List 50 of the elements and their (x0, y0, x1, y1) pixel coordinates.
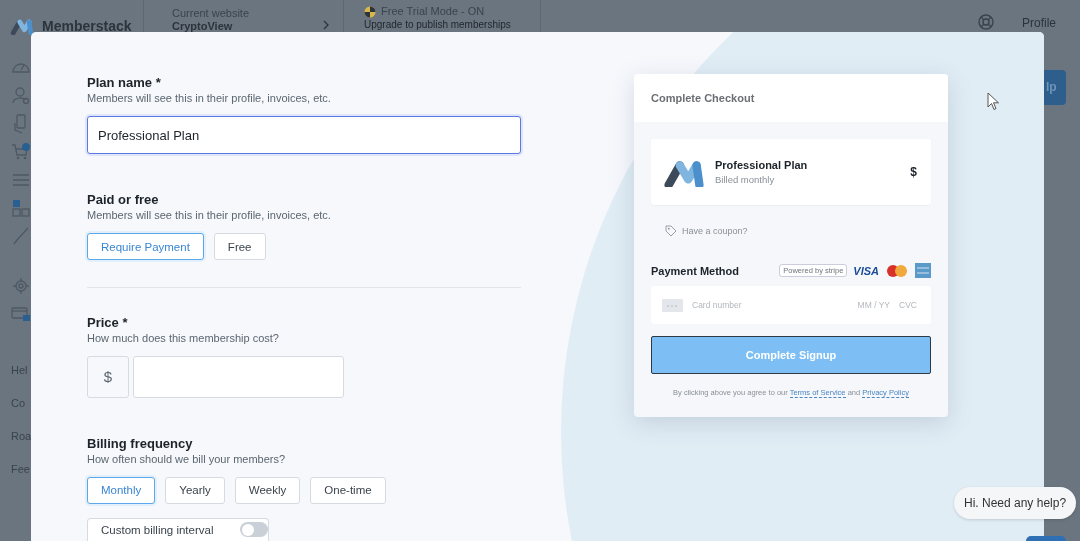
cvc-placeholder: CVC (899, 300, 917, 310)
option-button[interactable]: Yearly (165, 477, 225, 504)
checkout-title: Complete Checkout (651, 92, 755, 104)
field-hint: Members will see this in their profile, invoices, etc. (87, 208, 332, 224)
field-hint: How much does this membership cost? (87, 331, 280, 346)
profile-link[interactable]: Profile (1022, 16, 1056, 30)
field-hint: Members will see this in their profile, invoices, etc. (87, 91, 332, 106)
option-button[interactable]: Free (213, 233, 266, 261)
cart-icon[interactable] (11, 142, 31, 162)
option-button[interactable]: Monthly (87, 477, 156, 504)
card-number-placeholder: Card number (692, 300, 742, 310)
tag-icon (665, 225, 677, 237)
field-label: Price * (87, 314, 129, 331)
field-label: Billing frequency (87, 435, 194, 452)
website-name: CryptoView (172, 20, 234, 33)
expiry-placeholder: MM / YY (857, 300, 891, 310)
memberstack-logo-icon (10, 17, 34, 35)
mastercard-icon (885, 264, 909, 277)
field-label: Plan name * (87, 74, 162, 91)
option-button[interactable]: One-time (310, 477, 386, 504)
card-details-field[interactable]: Card number MM / YY CVC (651, 286, 931, 324)
visa-logo: VISA (853, 264, 879, 277)
field-label: Paid or free (87, 191, 160, 209)
cursor-icon (987, 92, 1000, 111)
trial-mode-subtitle: Upgrade to publish memberships (364, 18, 512, 31)
price-field[interactable] (133, 356, 344, 398)
toggle-switch[interactable] (240, 522, 268, 538)
complete-signup-button[interactable]: Complete Signup (651, 336, 931, 374)
option-button[interactable]: Weekly (234, 477, 301, 504)
card-lock-icon[interactable] (11, 304, 31, 324)
chat-message-bubble: Hi. Need any help? (954, 487, 1077, 519)
currency-symbol: $ (87, 356, 129, 398)
chat-launcher-button[interactable] (1026, 536, 1066, 541)
lifebuoy-icon[interactable] (978, 14, 994, 30)
grid-icon[interactable] (11, 198, 31, 218)
toggle-label: Custom billing interval (101, 524, 214, 536)
header-action-button[interactable]: lp (1044, 70, 1066, 105)
plan-name-field[interactable]: Professional Plan (87, 116, 521, 155)
plan-price: $ (910, 165, 917, 179)
user-search-icon[interactable] (11, 86, 31, 106)
chevron-right-icon (323, 20, 329, 30)
coupon-link[interactable]: Have a coupon? (682, 226, 748, 236)
field-hint: How often should we bill your members? (87, 452, 287, 467)
brand-name: Memberstack (42, 18, 132, 34)
plan-name: Professional Plan (715, 159, 809, 171)
option-button[interactable]: Require Payment (87, 233, 204, 261)
card-icon (662, 298, 683, 312)
payment-method-label: Payment Method (651, 264, 740, 277)
half-circle-icon (364, 5, 376, 18)
billing-period: Billed monthly (715, 174, 776, 185)
